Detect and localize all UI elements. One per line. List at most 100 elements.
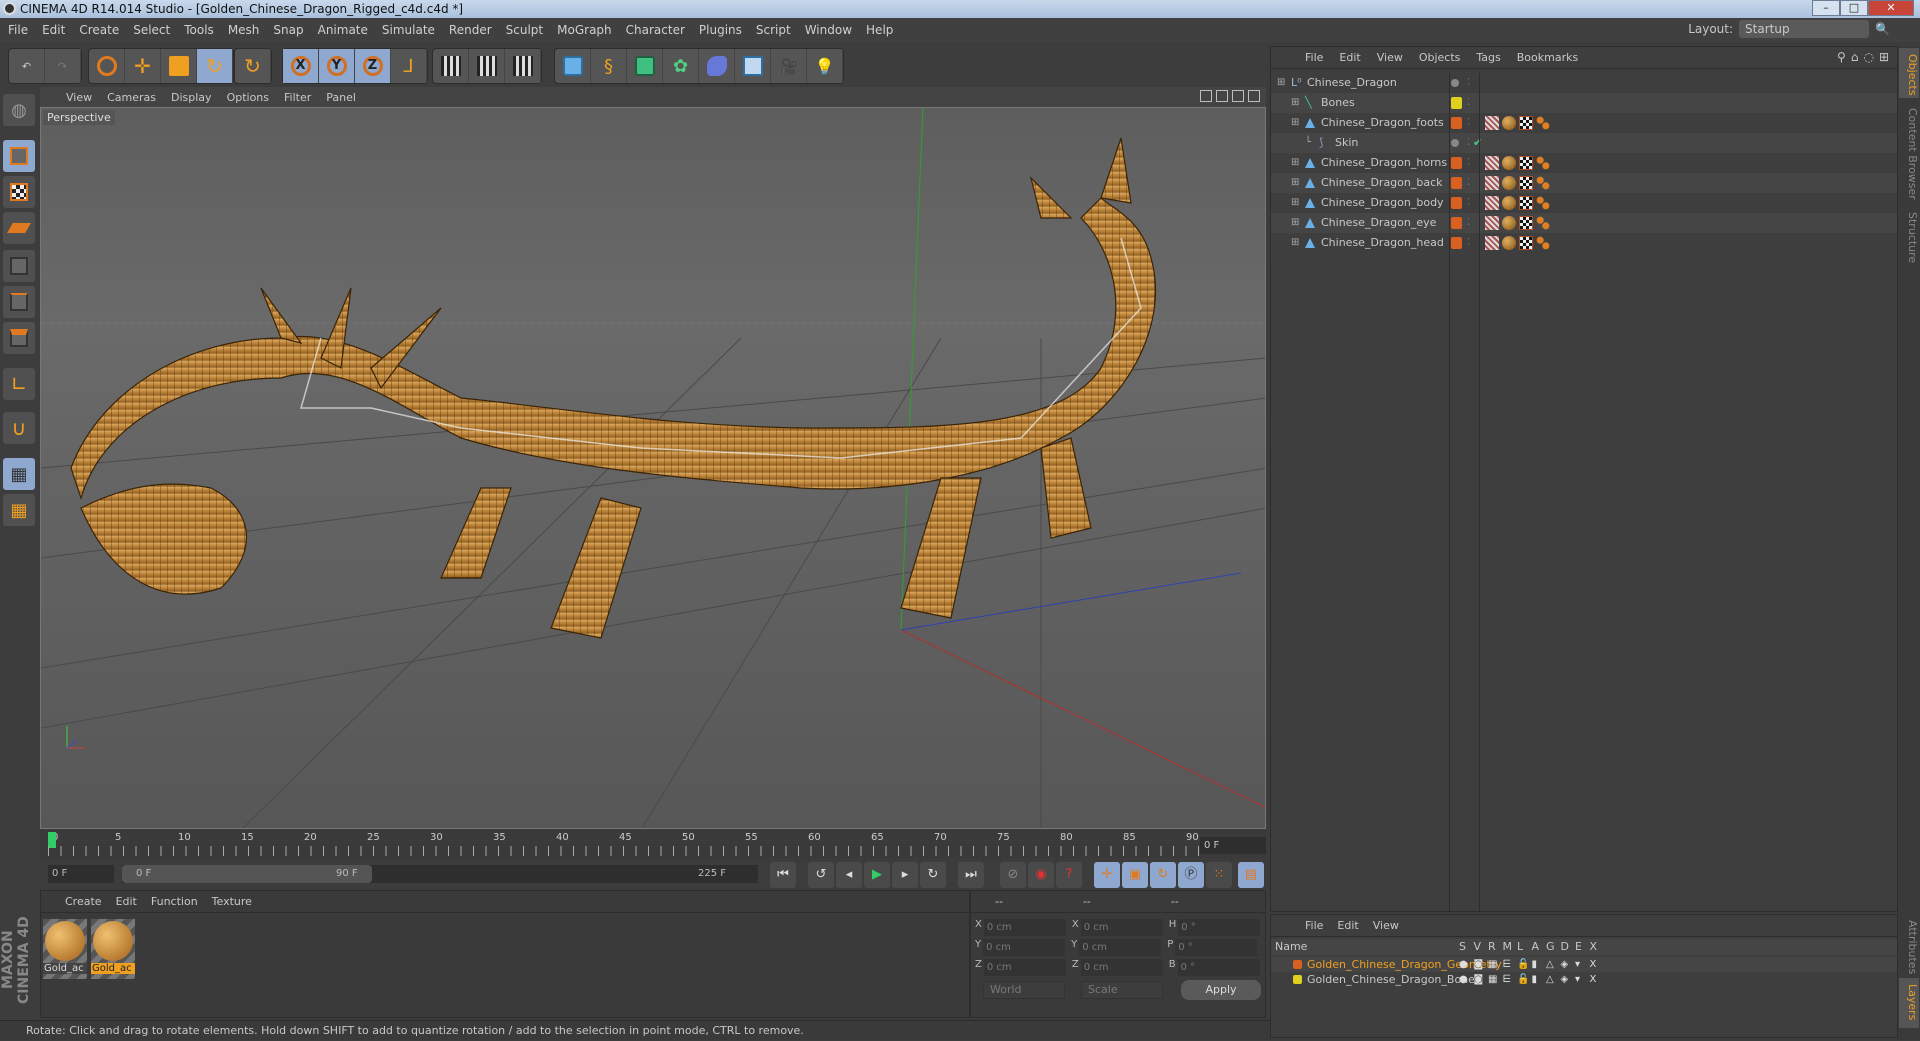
layer-column-x[interactable]: X: [1590, 939, 1598, 955]
menu-simulate[interactable]: Simulate: [382, 23, 435, 37]
workplane-mode-button[interactable]: [3, 212, 35, 244]
layer-solo-toggle-icon[interactable]: ●: [1459, 957, 1468, 972]
start-frame-field[interactable]: 0 F: [48, 865, 114, 883]
key-scale-button[interactable]: ▣: [1122, 862, 1148, 888]
object-row[interactable]: ⊞ L⁰ Chinese_Dragon ⁚: [1271, 73, 1897, 93]
go-to-start-button[interactable]: ⏮: [770, 862, 796, 888]
layer-column-s[interactable]: S: [1459, 939, 1466, 955]
apply-button[interactable]: Apply: [1181, 980, 1261, 1000]
search-icon[interactable]: ⚲: [1837, 50, 1846, 64]
visibility-dots-icon[interactable]: ⁚: [1467, 93, 1470, 113]
nurbs-button[interactable]: [627, 49, 663, 83]
coordinate-space-dropdown[interactable]: World: [983, 981, 1065, 999]
coord-field[interactable]: 0 cm: [983, 939, 1066, 956]
uvw-tag-icon[interactable]: [1536, 236, 1550, 250]
object-row[interactable]: ⊞ Chinese_Dragon_foots ⁚: [1271, 113, 1897, 133]
x-axis-button[interactable]: X: [283, 49, 319, 83]
layer-render-toggle-icon[interactable]: ▦: [1488, 957, 1497, 972]
uvw-tag-icon[interactable]: [1536, 216, 1550, 230]
workplane-lock-button[interactable]: ▦: [3, 458, 35, 490]
make-editable-button[interactable]: ◍: [3, 94, 35, 126]
menu-sculpt[interactable]: Sculpt: [506, 23, 543, 37]
uvw-tag-icon[interactable]: [1536, 176, 1550, 190]
rotate-tool-button[interactable]: ↻: [197, 49, 233, 83]
uvw-tag-icon[interactable]: [1536, 196, 1550, 210]
viewport-menu-filter[interactable]: Filter: [284, 91, 311, 104]
tab-layers[interactable]: Layers: [1899, 978, 1919, 1028]
expand-toggle-icon[interactable]: ⊞: [1291, 233, 1299, 253]
layer-menu-file[interactable]: File: [1305, 919, 1323, 932]
layer-column-d[interactable]: D: [1561, 939, 1569, 955]
maximize-button[interactable]: □: [1840, 0, 1868, 16]
axis-mode-button[interactable]: ∟: [3, 368, 35, 400]
scale-mode-dropdown[interactable]: Scale: [1081, 981, 1163, 999]
previous-key-button[interactable]: ↺: [808, 862, 834, 888]
weight-tag-icon[interactable]: [1485, 116, 1499, 130]
layer-expressions-toggle-icon[interactable]: ▾: [1575, 972, 1580, 987]
tab-objects[interactable]: Objects: [1899, 48, 1919, 98]
close-button[interactable]: ✕: [1868, 0, 1914, 16]
material-tag-icon[interactable]: [1502, 156, 1516, 170]
layer-expressions-toggle-icon[interactable]: ▾: [1575, 957, 1580, 972]
viewport-menu-options[interactable]: Options: [227, 91, 269, 104]
menu-plugins[interactable]: Plugins: [699, 23, 742, 37]
texture-tag-icon[interactable]: [1519, 216, 1533, 230]
y-axis-button[interactable]: Y: [319, 49, 355, 83]
visibility-dots-icon[interactable]: ⁚: [1467, 213, 1470, 233]
light-button[interactable]: 💡: [807, 49, 843, 83]
layer-deformers-toggle-icon[interactable]: ◈: [1561, 972, 1569, 987]
material-swatch[interactable]: Gold_ac: [43, 919, 87, 979]
object-menu-view[interactable]: View: [1377, 51, 1403, 64]
expand-toggle-icon[interactable]: ⊞: [1291, 93, 1299, 113]
enabled-check-icon[interactable]: ✔: [1473, 133, 1482, 153]
object-menu-file[interactable]: File: [1305, 51, 1323, 64]
expand-toggle-icon[interactable]: ⊞: [1291, 193, 1299, 213]
workplane-align-button[interactable]: ▦: [3, 494, 35, 526]
model-mode-button[interactable]: [3, 140, 35, 172]
menu-file[interactable]: File: [8, 23, 28, 37]
object-row[interactable]: └ ⟆ Skin ⁚ ✔: [1271, 133, 1897, 153]
layer-color-swatch[interactable]: [1451, 197, 1462, 209]
layer-xref-toggle-icon[interactable]: X: [1590, 972, 1597, 987]
render-view-button[interactable]: [433, 49, 469, 83]
expand-toggle-icon[interactable]: ⊞: [1291, 173, 1299, 193]
zoom-view-icon[interactable]: [1216, 90, 1228, 102]
floor-button[interactable]: [735, 49, 771, 83]
record-button[interactable]: ◉: [1028, 862, 1054, 888]
material-tag-icon[interactable]: [1502, 196, 1516, 210]
key-pla-button[interactable]: ⁙: [1206, 862, 1232, 888]
layer-color-swatch[interactable]: [1451, 217, 1462, 229]
record-key-link-button[interactable]: ⊘: [1000, 862, 1026, 888]
object-row[interactable]: ⊞ ╲ Bones ⁚: [1271, 93, 1897, 113]
scale-tool-button[interactable]: [161, 49, 197, 83]
previous-frame-button[interactable]: ◂: [836, 862, 862, 888]
coord-field[interactable]: 0 cm: [983, 959, 1066, 976]
menu-create[interactable]: Create: [79, 23, 119, 37]
toggle-view-icon[interactable]: [1248, 90, 1260, 102]
layer-color-swatch[interactable]: [1451, 237, 1462, 249]
key-rotation-button[interactable]: ↻: [1150, 862, 1176, 888]
layer-column-l[interactable]: L: [1517, 939, 1523, 955]
expand-toggle-icon[interactable]: ⊞: [1291, 153, 1299, 173]
layer-color-swatch[interactable]: [1451, 97, 1462, 109]
undo-button[interactable]: ↶: [9, 49, 45, 83]
layer-column-e[interactable]: E: [1575, 939, 1582, 955]
weight-tag-icon[interactable]: [1485, 176, 1499, 190]
spline-button[interactable]: §: [591, 49, 627, 83]
object-menu-objects[interactable]: Objects: [1419, 51, 1461, 64]
layer-manager-toggle-icon[interactable]: ⋿: [1503, 972, 1512, 987]
material-menu-edit[interactable]: Edit: [116, 895, 137, 908]
tree-branch-icon[interactable]: └: [1305, 133, 1311, 153]
menu-mograph[interactable]: MoGraph: [557, 23, 612, 37]
material-swatch-selected[interactable]: Gold_ac: [91, 919, 135, 979]
key-parameter-button[interactable]: Ⓟ: [1178, 862, 1204, 888]
viewport-menu-display[interactable]: Display: [171, 91, 212, 104]
material-menu-texture[interactable]: Texture: [212, 895, 252, 908]
coord-field[interactable]: 0 °: [1177, 959, 1260, 976]
uvw-tag-icon[interactable]: [1536, 156, 1550, 170]
tab-content-browser[interactable]: Content Browser: [1899, 102, 1919, 202]
layer-menu-view[interactable]: View: [1373, 919, 1399, 932]
play-button[interactable]: ▶: [864, 862, 890, 888]
layer-lock-toggle-icon[interactable]: 🔓: [1517, 957, 1529, 972]
menu-snap[interactable]: Snap: [273, 23, 303, 37]
